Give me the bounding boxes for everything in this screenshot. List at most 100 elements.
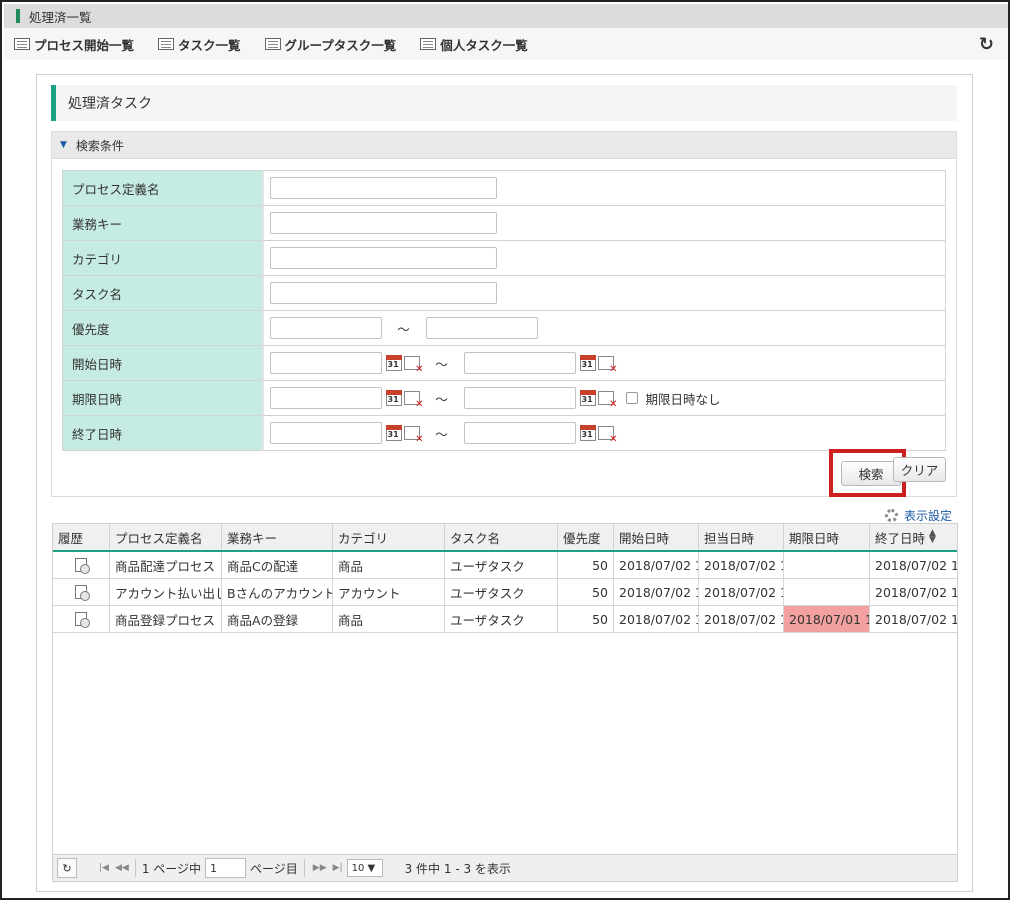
cell-task: ユーザタスク [445,552,558,578]
cell-key: Bさんのアカウント [222,579,333,605]
table-row[interactable]: 商品登録プロセス 商品Aの登録 商品 ユーザタスク 50 2018/07/02 … [53,606,957,633]
nav-label: プロセス開始一覧 [34,37,135,53]
display-settings-link[interactable]: 表示設定 [885,507,952,524]
history-icon[interactable] [75,612,90,628]
clear-date-icon[interactable] [403,426,424,445]
history-cell[interactable] [53,579,110,605]
col-business-key[interactable]: 業務キー [222,524,333,550]
business-key-input[interactable] [269,212,497,234]
next-page-icon[interactable]: ▶▶ [313,863,327,873]
form-row-category: カテゴリ [62,240,946,276]
cell-category: アカウント [333,579,445,605]
table-row[interactable]: 商品配達プロセス 商品Cの配達 商品 ユーザタスク 50 2018/07/02 … [53,552,957,579]
cell-key: 商品Cの配達 [222,552,333,578]
history-icon[interactable] [75,585,90,601]
form-row-priority: 優先度 ～ [62,310,946,346]
col-priority[interactable]: 優先度 [558,524,614,550]
cell-start: 2018/07/02 14: [614,579,699,605]
pager-divider [134,859,136,877]
start-date-to-input[interactable] [463,352,576,374]
due-date-to-input[interactable] [463,387,576,409]
col-end-date[interactable]: 終了日時 ▲ ▼ [870,524,957,550]
nav-personal-task-list[interactable]: 個人タスク一覧 [420,35,528,54]
refresh-icon[interactable]: ↻ [979,34,994,55]
process-def-input[interactable] [269,177,497,199]
calendar-icon[interactable]: 31 [579,390,596,406]
priority-to-input[interactable] [425,317,538,339]
label-process-def: プロセス定義名 [62,170,264,206]
label-due-date: 期限日時 [62,380,264,416]
label-task-name: タスク名 [62,275,264,311]
label-business-key: 業務キー [62,205,264,241]
form-row-process-def: プロセス定義名 [62,170,946,206]
calendar-icon[interactable]: 31 [579,355,596,371]
end-date-from-input[interactable] [269,422,382,444]
prev-page-icon[interactable]: ◀◀ [115,863,129,873]
form-row-start-date: 開始日時 31 ～ 31 [62,345,946,381]
col-category[interactable]: カテゴリ [333,524,445,550]
nav-label: グループタスク一覧 [284,37,397,53]
list-icon [420,38,437,50]
list-icon [14,38,30,50]
range-separator: ～ [435,426,448,442]
clear-button[interactable]: クリア [893,457,946,482]
page-number-input[interactable]: 1 [205,858,247,878]
table-row[interactable]: アカウント払い出し Bさんのアカウント アカウント ユーザタスク 50 2018… [53,579,957,606]
cell-process: 商品登録プロセス [110,606,222,632]
clear-date-icon[interactable] [403,391,424,410]
priority-from-input[interactable] [269,317,382,339]
label-start-date: 開始日時 [62,345,264,381]
col-history[interactable]: 履歴 [53,524,110,550]
col-start-date[interactable]: 開始日時 [614,524,699,550]
nav-bar: プロセス開始一覧 タスク一覧 グループタスク一覧 個人タスク一覧 ↻ [4,28,1008,60]
col-due-date[interactable]: 期限日時 [784,524,870,550]
clear-date-icon[interactable] [597,426,618,445]
cell-category: 商品 [333,606,445,632]
end-date-to-input[interactable] [463,422,576,444]
nav-process-start-list[interactable]: プロセス開始一覧 [14,35,134,54]
cell-task: ユーザタスク [445,579,558,605]
category-input[interactable] [269,247,497,269]
clear-date-icon[interactable] [597,356,618,375]
cell-priority: 50 [558,552,614,578]
cell-due-overdue: 2018/07/01 14: [784,606,870,632]
sort-icon[interactable]: ▲ ▼ [929,529,936,545]
search-button[interactable]: 検索 [841,461,901,486]
col-assign-date[interactable]: 担当日時 [699,524,784,550]
cell-assign: 2018/07/02 14: [699,579,784,605]
window-title: 処理済一覧 [29,9,92,25]
history-cell[interactable] [53,552,110,578]
due-date-from-input[interactable] [269,387,382,409]
history-cell[interactable] [53,606,110,632]
content-panel: 処理済タスク ▼ 検索条件 プロセス定義名 業務キー カテゴリ タスク名 優先度… [36,74,973,892]
calendar-icon[interactable]: 31 [385,425,402,441]
task-name-input[interactable] [269,282,497,304]
start-date-from-input[interactable] [269,352,382,374]
nav-task-list[interactable]: タスク一覧 [158,35,241,54]
search-conditions-toggle[interactable]: ▼ 検索条件 [51,131,957,159]
col-task-name[interactable]: タスク名 [445,524,558,550]
label-priority: 優先度 [62,310,264,346]
cell-process: 商品配達プロセス [110,552,222,578]
first-page-icon[interactable]: |◀ [99,863,109,873]
pager-refresh-icon[interactable]: ↻ [57,858,77,878]
calendar-icon[interactable]: 31 [385,390,402,406]
page-size-select[interactable]: 10 ▼ [346,859,383,877]
cell-priority: 50 [558,579,614,605]
last-page-icon[interactable]: ▶| [333,863,343,873]
form-row-end-date: 終了日時 31 ～ 31 [62,415,946,451]
nav-group-task-list[interactable]: グループタスク一覧 [264,35,397,54]
form-row-business-key: 業務キー [62,205,946,241]
title-bar: 処理済一覧 [4,4,1008,28]
search-conditions-body: プロセス定義名 業務キー カテゴリ タスク名 優先度 ～ 開始日時 31 ✕ ～… [51,159,957,497]
history-icon[interactable] [75,558,90,574]
pager-prefix: 1 ページ中 [141,861,202,876]
col-process-def[interactable]: プロセス定義名 [110,524,222,550]
clear-date-icon[interactable] [403,356,424,375]
no-due-date-checkbox[interactable] [625,392,638,404]
calendar-icon[interactable]: 31 [579,425,596,441]
list-icon [264,38,281,50]
calendar-icon[interactable]: 31 [385,355,402,371]
cell-task: ユーザタスク [445,606,558,632]
clear-date-icon[interactable] [597,391,618,410]
